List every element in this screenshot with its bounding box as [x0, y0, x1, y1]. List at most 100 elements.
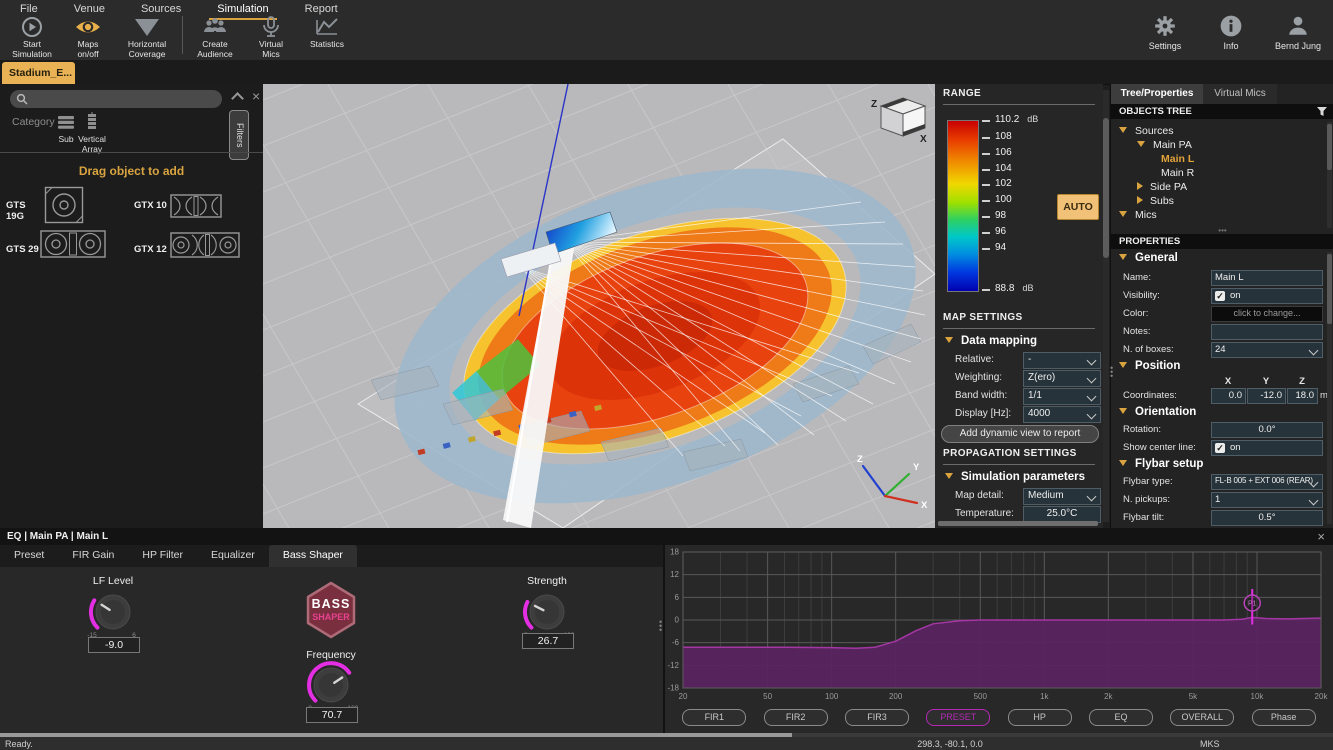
tab-equalizer[interactable]: Equalizer [197, 545, 269, 567]
lf-level-knob[interactable]: -15 6 [81, 584, 145, 642]
settings-scrollbar[interactable] [1103, 90, 1109, 522]
range-max[interactable]: 110.2dB [995, 114, 1038, 125]
visibility-checkbox[interactable]: ✓on [1211, 288, 1323, 304]
info-button[interactable]: Info [1209, 14, 1253, 51]
notes-label: Notes: [1123, 326, 1150, 337]
eq-button[interactable]: EQ [1089, 709, 1153, 726]
phase-button[interactable]: Phase [1252, 709, 1316, 726]
n-pickups-dropdown[interactable]: 1 [1211, 492, 1323, 508]
close-panel-icon[interactable]: × [252, 88, 260, 104]
svg-text:12: 12 [670, 570, 679, 579]
flybar-type-dropdown[interactable]: FL-B 005 + EXT 006 (REAR) [1211, 474, 1323, 490]
relative-dropdown[interactable]: - [1023, 352, 1101, 369]
tab-tree-properties[interactable]: Tree/Properties [1111, 84, 1203, 104]
cube-z-label: Z [871, 99, 877, 110]
properties-scrollbar[interactable] [1327, 252, 1332, 524]
overall-button[interactable]: OVERALL [1170, 709, 1234, 726]
svg-text:0: 0 [675, 616, 680, 625]
eq-response-graph[interactable]: 20501002005001k2k5k10k20k181260-6-12-18P… [665, 545, 1333, 705]
tab-hp-filter[interactable]: HP Filter [128, 545, 197, 567]
frequency-value[interactable]: 70.7 [306, 707, 358, 723]
name-field[interactable]: Main L [1211, 270, 1323, 286]
tree-scrollbar[interactable] [1327, 122, 1332, 228]
maps-onoff-button[interactable]: Mapson/off [60, 16, 116, 59]
tree-item-main-r[interactable]: Main R [1161, 166, 1194, 180]
category-sub[interactable]: Sub [56, 114, 76, 145]
search-input[interactable] [10, 90, 222, 108]
start-simulation-button[interactable]: StartSimulation [4, 16, 60, 59]
center-line-checkbox[interactable]: ✓on [1211, 440, 1323, 456]
toolbar-label: Audience [187, 50, 243, 60]
fir3-button[interactable]: FIR3 [845, 709, 909, 726]
user-icon [1286, 14, 1310, 38]
flybar-tilt-field[interactable]: 0.5° [1211, 510, 1323, 526]
data-mapping-section[interactable]: Data mapping [945, 335, 1037, 347]
flybar-setup-section[interactable]: Flybar setup [1119, 458, 1203, 470]
position-section[interactable]: Position [1119, 360, 1180, 372]
tab-fir-gain[interactable]: FIR Gain [58, 545, 128, 567]
library-item-gtx12[interactable] [170, 232, 240, 258]
coordinate-y-field[interactable]: -12.0 [1247, 388, 1286, 404]
range-tick: 108 [995, 131, 1012, 142]
color-button[interactable]: click to change... [1211, 306, 1323, 322]
library-item-gts29[interactable] [40, 230, 106, 258]
notes-field[interactable] [1211, 324, 1323, 340]
library-item-gtx10[interactable] [170, 194, 222, 218]
weighting-dropdown[interactable]: Z(ero) [1023, 370, 1101, 387]
orientation-section[interactable]: Orientation [1119, 406, 1196, 418]
tree-item-side-pa[interactable]: Side PA [1137, 180, 1187, 194]
gizmo-x-label: X [921, 500, 928, 511]
checkbox-checked-icon: ✓ [1215, 291, 1225, 301]
fir2-button[interactable]: FIR2 [764, 709, 828, 726]
fir1-button[interactable]: FIR1 [682, 709, 746, 726]
tree-item-main-pa[interactable]: Main PA [1137, 138, 1192, 152]
rotation-field[interactable]: 0.0° [1211, 422, 1323, 438]
svg-text:1k: 1k [1040, 692, 1049, 701]
hp-button[interactable]: HP [1008, 709, 1072, 726]
statistics-button[interactable]: Statistics [299, 16, 355, 50]
lf-level-value[interactable]: -9.0 [88, 637, 140, 653]
n-of-boxes-dropdown[interactable]: 24 [1211, 342, 1323, 358]
close-eq-panel-icon[interactable]: × [1317, 528, 1325, 545]
z-axis-header: Z [1287, 376, 1317, 387]
eq-divider-handle[interactable]: ••• [659, 620, 662, 632]
tree-item-main-l[interactable]: Main L [1161, 152, 1194, 166]
tree-item-sources[interactable]: Sources [1119, 124, 1174, 138]
tab-bass-shaper[interactable]: Bass Shaper [269, 545, 357, 567]
tab-preset[interactable]: Preset [0, 545, 58, 567]
y-axis-header: Y [1247, 376, 1285, 387]
horizontal-coverage-button[interactable]: HorizontalCoverage [116, 16, 178, 59]
preset-button[interactable]: PRESET [926, 709, 990, 726]
bandwidth-dropdown[interactable]: 1/1 [1023, 388, 1101, 405]
coordinate-z-field[interactable]: 18.0 [1287, 388, 1318, 404]
auto-range-button[interactable]: AUTO [1057, 194, 1099, 220]
svg-text:20: 20 [679, 692, 688, 701]
eq-tabs: Preset FIR Gain HP Filter Equalizer Bass… [0, 545, 663, 567]
user-button[interactable]: Bernd Jung [1275, 14, 1321, 51]
tab-virtual-mics[interactable]: Virtual Mics [1203, 84, 1277, 104]
library-item-gts19g[interactable] [44, 186, 84, 224]
collapse-panel-icon[interactable] [231, 92, 244, 105]
virtual-mics-button[interactable]: VirtualMics [243, 16, 299, 59]
coordinate-x-field[interactable]: 0.0 [1211, 388, 1246, 404]
simulation-parameters-section[interactable]: Simulation parameters [945, 471, 1085, 483]
create-audience-button[interactable]: CreateAudience [187, 16, 243, 59]
svg-text:-12: -12 [667, 661, 679, 670]
document-tab[interactable]: Stadium_E... [2, 62, 75, 84]
add-dynamic-view-button[interactable]: Add dynamic view to report [941, 425, 1099, 443]
settings-button[interactable]: Settings [1143, 14, 1187, 51]
display-hz-dropdown[interactable]: 4000 [1023, 406, 1101, 423]
range-min[interactable]: 88.8dB [995, 283, 1033, 294]
panel-resize-handle[interactable]: ••• [1110, 366, 1113, 378]
toolbar-label: Settings [1143, 41, 1187, 51]
horizontal-scrollbar[interactable] [938, 521, 1098, 526]
tree-item-subs[interactable]: Subs [1137, 194, 1174, 208]
tree-filter-icon[interactable] [1316, 106, 1328, 117]
category-vertical-array[interactable]: VerticalArray [84, 112, 109, 154]
tree-item-mics[interactable]: Mics [1119, 208, 1157, 222]
map-detail-dropdown[interactable]: Medium [1023, 488, 1101, 505]
range-tick: 102 [995, 178, 1012, 189]
general-section[interactable]: General [1119, 252, 1178, 264]
strength-value[interactable]: 26.7 [522, 633, 574, 649]
3d-viewport[interactable]: Z X Z Y X [263, 84, 935, 528]
